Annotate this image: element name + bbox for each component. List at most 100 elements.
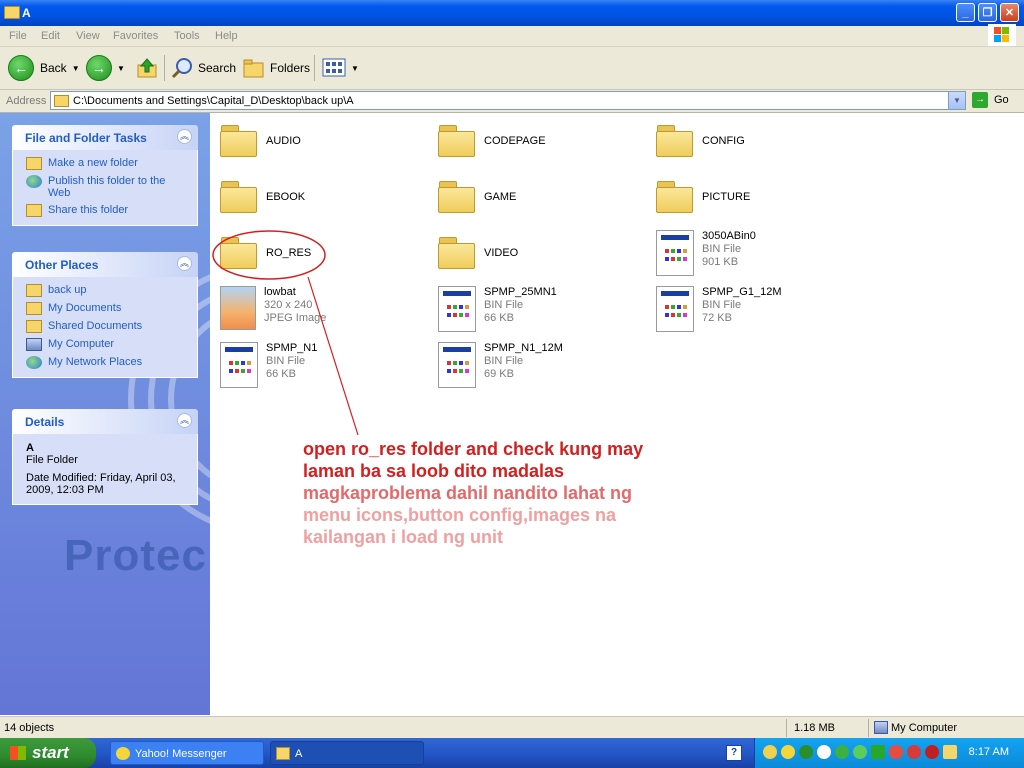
link-label: My Network Places bbox=[48, 356, 143, 368]
chevron-down-icon[interactable]: ▼ bbox=[72, 64, 80, 73]
address-value: C:\Documents and Settings\Capital_D\Desk… bbox=[73, 95, 354, 107]
tray-app-icon[interactable] bbox=[943, 745, 957, 759]
other-places-header[interactable]: Other Places ︽ bbox=[12, 252, 198, 277]
annotation-ellipse bbox=[212, 230, 326, 280]
back-arrow-icon: ← bbox=[8, 55, 34, 81]
details-type: File Folder bbox=[26, 454, 78, 466]
taskbar-button-explorer[interactable]: A bbox=[270, 741, 424, 765]
details-header[interactable]: Details ︽ bbox=[12, 409, 198, 434]
publish-folder-link[interactable]: Publish this folder to the Web bbox=[13, 172, 197, 201]
clock: 8:17 AM bbox=[968, 746, 1009, 758]
computer-icon bbox=[874, 721, 888, 734]
taskbar-button-label: Yahoo! Messenger bbox=[135, 748, 227, 760]
address-label: Address bbox=[6, 95, 47, 107]
tray-app-icon[interactable] bbox=[835, 745, 849, 759]
title-bar[interactable]: A _ ❐ ✕ bbox=[0, 0, 1024, 26]
menu-favorites[interactable]: Favorites bbox=[113, 30, 158, 42]
task-pane: Protec File and Folder Tasks ︽ Make a ne… bbox=[0, 113, 210, 715]
place-my-computer[interactable]: My Computer bbox=[13, 335, 197, 353]
close-button[interactable]: ✕ bbox=[1000, 3, 1019, 22]
up-folder-button[interactable] bbox=[136, 53, 158, 83]
toolbar: ← Back ▼ → ▼ Search Folders ▼ bbox=[0, 47, 1024, 90]
go-label: Go bbox=[994, 94, 1009, 106]
computer-icon bbox=[26, 338, 42, 351]
folder-icon bbox=[276, 747, 290, 760]
file-folder-tasks-header[interactable]: File and Folder Tasks ︽ bbox=[12, 125, 198, 150]
search-icon bbox=[171, 58, 192, 79]
link-label: back up bbox=[48, 284, 87, 296]
folder-icon bbox=[4, 6, 20, 19]
taskbar-button-yahoo[interactable]: Yahoo! Messenger bbox=[110, 741, 264, 765]
taskbar-button-label: A bbox=[295, 748, 303, 760]
annotation-line: laman ba sa loob dito madalas bbox=[303, 461, 565, 481]
link-label: Publish this folder to the Web bbox=[48, 175, 166, 199]
place-my-documents[interactable]: My Documents bbox=[13, 299, 197, 317]
annotation-pointer-line bbox=[307, 276, 359, 436]
link-label: Share this folder bbox=[48, 204, 129, 216]
address-input[interactable]: C:\Documents and Settings\Capital_D\Desk… bbox=[50, 91, 966, 110]
forward-arrow-icon: → bbox=[86, 55, 112, 81]
publish-web-icon bbox=[26, 175, 42, 188]
address-bar: Address C:\Documents and Settings\Capita… bbox=[0, 90, 1024, 113]
tray-messenger-icon[interactable] bbox=[781, 745, 795, 759]
annotation-text: open ro_res folder and check kung may la… bbox=[303, 438, 723, 548]
share-folder-icon bbox=[26, 204, 42, 217]
collapse-icon[interactable]: ︽ bbox=[177, 413, 192, 428]
network-icon bbox=[26, 356, 42, 369]
menu-file[interactable]: File bbox=[9, 30, 27, 42]
search-button[interactable]: Search bbox=[170, 53, 236, 83]
status-bar: 14 objects 1.18 MB My Computer bbox=[0, 716, 1024, 739]
folders-icon bbox=[243, 59, 264, 78]
tray-app-icon[interactable] bbox=[925, 745, 939, 759]
status-object-count: 14 objects bbox=[4, 722, 55, 734]
place-back-up[interactable]: back up bbox=[13, 281, 197, 299]
folders-button[interactable]: Folders bbox=[242, 53, 310, 83]
place-my-network-places[interactable]: My Network Places bbox=[13, 353, 197, 371]
window-title: A bbox=[22, 6, 31, 20]
help-icon[interactable]: ? bbox=[726, 745, 742, 761]
folder-icon bbox=[54, 95, 69, 107]
make-new-folder-link[interactable]: Make a new folder bbox=[13, 154, 197, 172]
tray-app-icon[interactable] bbox=[907, 745, 921, 759]
forward-button[interactable]: → ▼ bbox=[86, 53, 125, 83]
start-button[interactable]: start bbox=[0, 738, 96, 768]
file-list-view[interactable]: AUDIO CODEPAGE CONFIG EBOOK GAME PICTURE… bbox=[210, 113, 1024, 715]
go-arrow-icon: → bbox=[972, 92, 988, 108]
documents-folder-icon bbox=[26, 302, 42, 315]
status-size: 1.18 MB bbox=[794, 722, 835, 734]
collapse-icon[interactable]: ︽ bbox=[177, 256, 192, 271]
tray-app-icon[interactable] bbox=[763, 745, 777, 759]
share-folder-link[interactable]: Share this folder bbox=[13, 201, 197, 219]
maximize-button[interactable]: ❐ bbox=[978, 3, 997, 22]
start-label: start bbox=[32, 743, 69, 762]
annotation-line: open ro_res folder and check kung may bbox=[303, 439, 644, 459]
annotation-overlay bbox=[212, 230, 359, 436]
menu-edit[interactable]: Edit bbox=[41, 30, 60, 42]
minimize-button[interactable]: _ bbox=[956, 3, 975, 22]
place-shared-documents[interactable]: Shared Documents bbox=[13, 317, 197, 335]
link-label: My Documents bbox=[48, 302, 122, 314]
chevron-down-icon[interactable]: ▼ bbox=[351, 64, 359, 73]
search-label: Search bbox=[198, 61, 237, 75]
back-label: Back bbox=[40, 61, 67, 75]
tray-app-icon[interactable] bbox=[889, 745, 903, 759]
chevron-down-icon[interactable]: ▼ bbox=[117, 64, 125, 73]
menu-help[interactable]: Help bbox=[215, 30, 238, 42]
collapse-icon[interactable]: ︽ bbox=[177, 129, 192, 144]
tray-app-icon[interactable] bbox=[853, 745, 867, 759]
details-name: A bbox=[26, 442, 34, 454]
annotation-line: kailangan i load ng unit bbox=[303, 527, 504, 547]
views-button[interactable]: ▼ bbox=[322, 53, 359, 83]
play-icon[interactable] bbox=[871, 745, 885, 759]
back-button[interactable]: ← Back ▼ bbox=[8, 53, 80, 83]
annotation-line: magkaproblema dahil nandito lahat ng bbox=[303, 483, 633, 503]
menu-view[interactable]: View bbox=[76, 30, 100, 42]
tray-app-icon[interactable] bbox=[817, 745, 831, 759]
go-button[interactable]: → Go bbox=[972, 92, 1009, 108]
tray-app-icon[interactable] bbox=[799, 745, 813, 759]
folder-icon bbox=[26, 284, 42, 297]
address-dropdown-button[interactable]: ▼ bbox=[948, 92, 965, 109]
menu-tools[interactable]: Tools bbox=[174, 30, 200, 42]
link-label: Make a new folder bbox=[48, 157, 138, 169]
menu-bar: File Edit View Favorites Tools Help bbox=[0, 26, 1024, 47]
